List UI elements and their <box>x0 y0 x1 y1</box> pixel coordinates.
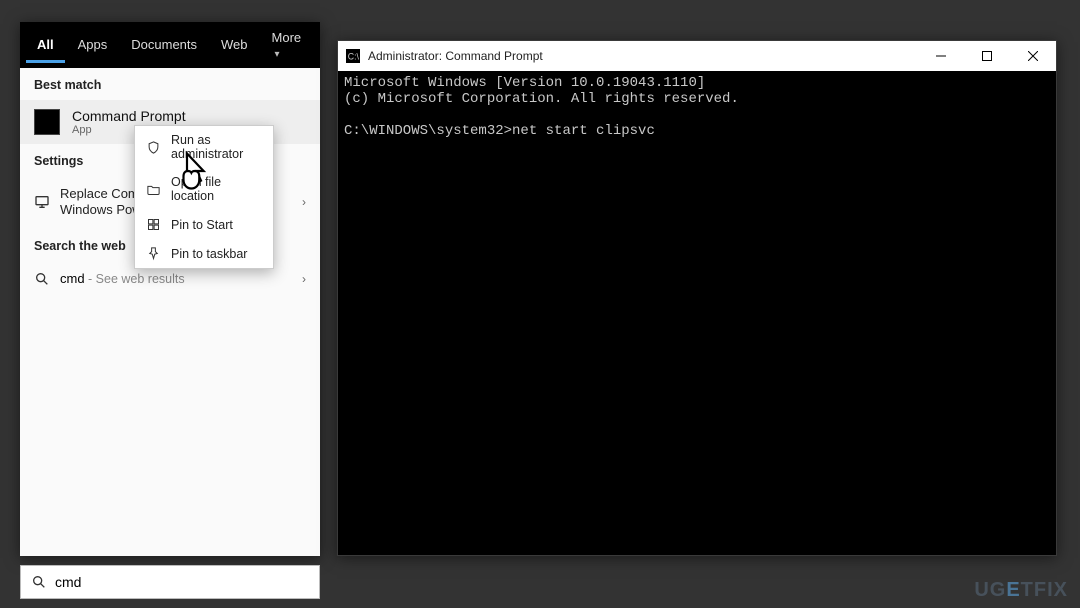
search-tabs: All Apps Documents Web More ▾ <box>20 22 320 68</box>
pointer-cursor-icon <box>176 150 212 192</box>
tab-web[interactable]: Web <box>210 27 259 63</box>
best-match-label: Best match <box>20 68 320 100</box>
tab-more[interactable]: More ▾ <box>261 20 314 71</box>
best-match-title: Command Prompt <box>72 108 186 124</box>
terminal-line: Microsoft Windows [Version 10.0.19043.11… <box>344 75 705 91</box>
context-menu: Run as administrator Open file location … <box>134 125 274 269</box>
tab-more-label: More <box>272 30 302 45</box>
minimize-button[interactable] <box>918 41 964 71</box>
command-prompt-thumb-icon <box>34 109 60 135</box>
chevron-down-icon: ▾ <box>275 49 280 60</box>
titlebar[interactable]: C:\ Administrator: Command Prompt <box>338 41 1056 71</box>
search-icon <box>31 574 47 590</box>
chevron-right-icon: › <box>302 195 306 209</box>
cmd-app-icon: C:\ <box>346 49 360 63</box>
pin-start-icon <box>146 217 161 232</box>
context-pin-to-start[interactable]: Pin to Start <box>135 210 273 239</box>
context-pin-to-taskbar[interactable]: Pin to taskbar <box>135 239 273 268</box>
tab-all[interactable]: All <box>26 27 65 63</box>
title-controls <box>918 41 1056 71</box>
web-result-secondary: - See web results <box>85 272 185 286</box>
minimize-icon <box>936 51 946 61</box>
taskbar-search-box[interactable] <box>20 565 320 599</box>
folder-open-icon <box>146 182 161 197</box>
watermark: UGETFIX <box>974 579 1068 602</box>
shield-admin-icon <box>146 140 161 155</box>
close-button[interactable] <box>1010 41 1056 71</box>
svg-text:C:\: C:\ <box>348 52 360 62</box>
terminal-prompt: C:\WINDOWS\system32> <box>344 123 512 139</box>
context-item-label: Pin to taskbar <box>171 247 247 261</box>
context-item-label: Pin to Start <box>171 218 233 232</box>
maximize-icon <box>982 51 992 61</box>
monitor-icon <box>34 194 50 210</box>
maximize-button[interactable] <box>964 41 1010 71</box>
terminal-typed-command: net start clipsvc <box>512 123 655 139</box>
web-result-primary: cmd <box>60 271 85 286</box>
search-icon <box>34 271 50 287</box>
window-title: Administrator: Command Prompt <box>368 49 543 63</box>
terminal-body[interactable]: Microsoft Windows [Version 10.0.19043.11… <box>338 71 1056 555</box>
search-input[interactable] <box>55 574 309 590</box>
start-search-panel: All Apps Documents Web More ▾ Best match… <box>20 22 320 556</box>
pin-taskbar-icon <box>146 246 161 261</box>
terminal-line: (c) Microsoft Corporation. All rights re… <box>344 91 739 107</box>
tab-documents[interactable]: Documents <box>120 27 208 63</box>
tab-apps[interactable]: Apps <box>67 27 119 63</box>
command-prompt-window: C:\ Administrator: Command Prompt Micros… <box>337 40 1057 556</box>
close-icon <box>1028 51 1038 61</box>
chevron-right-icon: › <box>302 272 306 286</box>
